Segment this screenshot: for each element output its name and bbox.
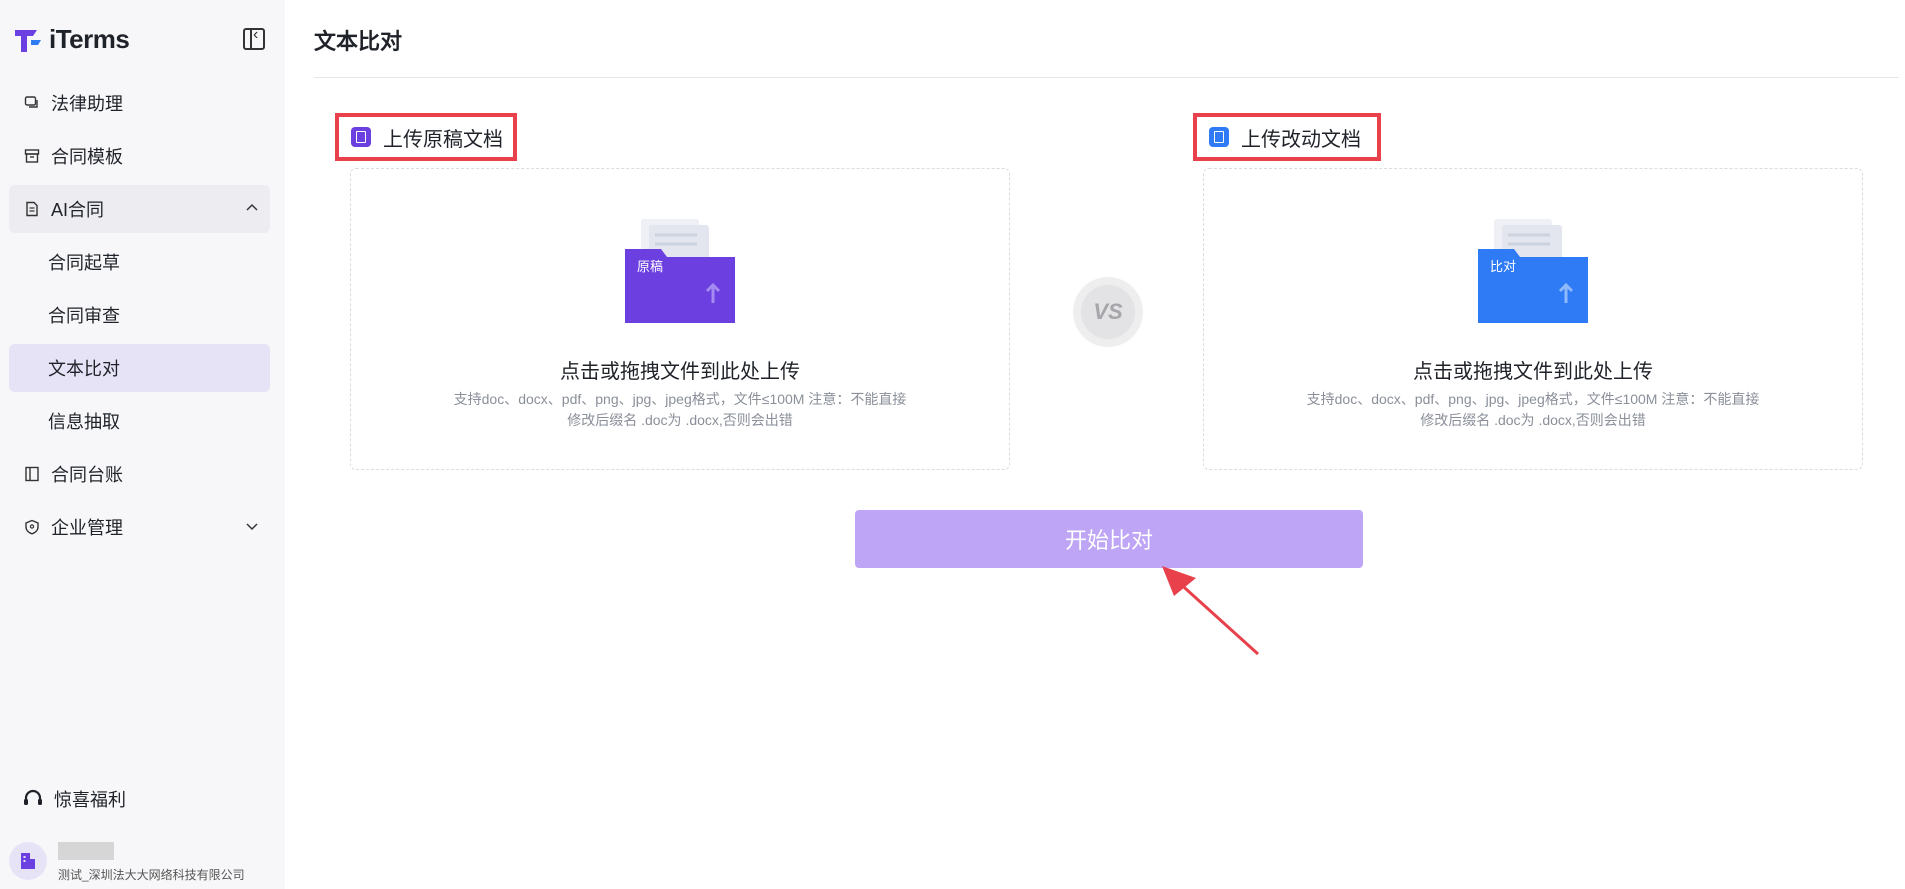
- user-name-blurred: [58, 842, 114, 860]
- sidebar-item-contract-drafting[interactable]: 合同起草: [9, 238, 270, 286]
- original-doc-icon: [351, 127, 371, 147]
- modified-doc-icon: [1209, 127, 1229, 147]
- archive-icon: [23, 147, 41, 165]
- original-dropzone-title: 点击或拖拽文件到此处上传: [560, 361, 800, 383]
- folder-tag: 比对: [1490, 259, 1516, 274]
- sidebar-item-contract-review[interactable]: 合同审查: [9, 291, 270, 339]
- chevron-up-icon: [246, 203, 258, 211]
- app-name: iTerms: [49, 24, 130, 54]
- chat-icon: [23, 94, 41, 112]
- company-name: 测试_深圳法大大网络科技有限公司: [58, 868, 245, 882]
- document-icon: [23, 200, 41, 218]
- page-title: 文本比对: [314, 29, 403, 54]
- building-icon: [21, 853, 35, 869]
- sidebar-collapse-icon[interactable]: [243, 26, 265, 50]
- sidebar-item-label: 合同台账: [51, 465, 123, 485]
- sidebar: iTerms 法律助理 合同模板 AI合同 合同起草 合同审查 文本比对 信息抽…: [0, 0, 285, 889]
- chevron-down-icon: [246, 523, 258, 531]
- sidebar-item-label: 法律助理: [51, 94, 123, 114]
- sidebar-item-info-extraction[interactable]: 信息抽取: [9, 397, 270, 445]
- welfare-label: 惊喜福利: [54, 790, 126, 810]
- annotation-arrow-icon: [1162, 566, 1260, 656]
- modified-dropzone-note: 支持doc、docx、pdf、png、jpg、jpeg格式，文件≤100M 注意…: [1306, 391, 1760, 428]
- folder-upload-icon: 比对: [1478, 219, 1588, 323]
- sidebar-item-contract-templates[interactable]: 合同模板: [9, 132, 270, 180]
- original-dropzone-note: 支持doc、docx、pdf、png、jpg、jpeg格式，文件≤100M 注意…: [453, 391, 907, 428]
- surprise-welfare-link[interactable]: 惊喜福利: [22, 786, 126, 812]
- sidebar-item-contract-ledger[interactable]: 合同台账: [9, 450, 270, 498]
- sidebar-group-ai-contract[interactable]: AI合同: [9, 185, 270, 233]
- sidebar-item-label: 文本比对: [48, 359, 120, 379]
- shield-icon: [23, 518, 41, 536]
- sidebar-item-label: 合同审查: [48, 306, 120, 326]
- vs-badge: VS: [1073, 277, 1143, 347]
- vs-text: VS: [1081, 285, 1135, 339]
- sidebar-item-label: AI合同: [51, 200, 105, 220]
- sidebar-item-text-compare[interactable]: 文本比对: [9, 344, 270, 392]
- original-dropzone[interactable]: 原稿 点击或拖拽文件到此处上传 支持doc、docx、pdf、png、jpg、j…: [350, 168, 1010, 470]
- company-avatar: [9, 842, 47, 880]
- folder-tag: 原稿: [637, 259, 663, 274]
- logo-icon: [15, 29, 41, 52]
- sidebar-item-label: 企业管理: [51, 518, 123, 538]
- folder-upload-icon: 原稿: [625, 219, 735, 323]
- header-divider: [314, 77, 1899, 78]
- start-compare-button[interactable]: 开始比对: [855, 510, 1363, 568]
- sidebar-group-enterprise-management[interactable]: 企业管理: [9, 503, 270, 551]
- upload-modified-label-text: 上传改动文档: [1241, 128, 1361, 151]
- headset-icon: [24, 789, 42, 805]
- book-icon: [23, 465, 41, 483]
- upload-modified-label: 上传改动文档: [1193, 113, 1381, 161]
- sidebar-item-label: 合同起草: [48, 253, 120, 273]
- upload-original-label: 上传原稿文档: [335, 113, 517, 161]
- sidebar-item-label: 合同模板: [51, 147, 123, 167]
- sidebar-item-label: 信息抽取: [48, 412, 120, 432]
- user-profile[interactable]: 测试_深圳法大大网络科技有限公司: [9, 842, 245, 882]
- sidebar-item-legal-assistant[interactable]: 法律助理: [9, 79, 270, 127]
- modified-dropzone-title: 点击或拖拽文件到此处上传: [1413, 361, 1653, 383]
- upload-original-label-text: 上传原稿文档: [383, 128, 503, 151]
- modified-dropzone[interactable]: 比对 点击或拖拽文件到此处上传 支持doc、docx、pdf、png、jpg、j…: [1203, 168, 1863, 470]
- app-logo[interactable]: iTerms: [13, 24, 130, 55]
